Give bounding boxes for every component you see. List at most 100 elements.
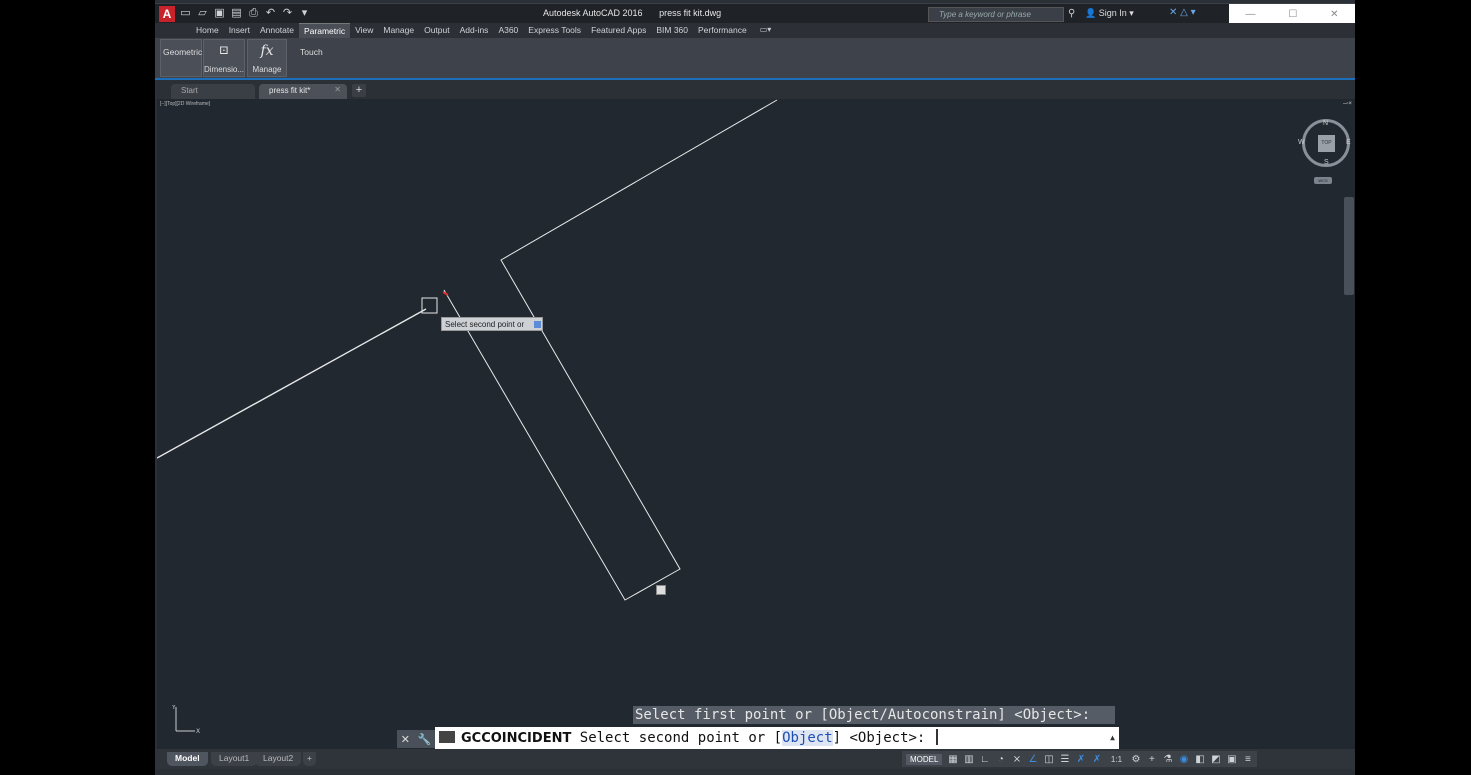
- lineweight-icon[interactable]: ☰: [1059, 754, 1070, 765]
- tab-featured-apps[interactable]: Featured Apps: [586, 23, 651, 38]
- customize-icon[interactable]: 🔧: [418, 733, 432, 746]
- tab-output[interactable]: Output: [419, 23, 455, 38]
- isolate-objects-icon[interactable]: ◧: [1194, 754, 1205, 765]
- tab-express-tools[interactable]: Express Tools: [523, 23, 586, 38]
- otrack-icon[interactable]: ◫: [1043, 754, 1054, 765]
- close-icon[interactable]: ✕: [1330, 9, 1338, 20]
- new-icon[interactable]: ▭: [179, 7, 192, 20]
- open-icon[interactable]: ▱: [196, 7, 209, 20]
- dimensional-button[interactable]: ⊡ Dimensio...: [203, 39, 245, 77]
- status-bar: Model Layout1 Layout2 + MODEL ▦ ▥ ∟ ◔ ⨯ …: [155, 749, 1355, 769]
- dimensional-label: Dimensio...: [204, 65, 245, 74]
- redo-icon[interactable]: ↷: [281, 7, 294, 20]
- viewcube-south[interactable]: S: [1324, 159, 1329, 166]
- binoculars-icon[interactable]: ⚲: [1068, 8, 1075, 19]
- touch-button[interactable]: Touch: [289, 39, 331, 77]
- command-line-buttons: ✕ 🔧: [397, 730, 435, 748]
- ortho-icon[interactable]: ∟: [979, 754, 990, 765]
- command-history-toggle-icon[interactable]: ▲: [1110, 727, 1115, 749]
- minimize-icon[interactable]: —: [1245, 9, 1255, 20]
- command-input-caret[interactable]: [935, 729, 938, 745]
- touch-label: Touch: [300, 47, 323, 57]
- exchange-icon[interactable]: ✕ △ ▾: [1169, 7, 1196, 18]
- annotation-visibility-icon[interactable]: ✗: [1075, 754, 1086, 765]
- long-line[interactable]: [157, 308, 427, 459]
- add-layout-button[interactable]: +: [303, 752, 316, 766]
- svg-text:X: X: [196, 728, 200, 735]
- maximize-icon[interactable]: ☐: [1288, 9, 1297, 20]
- tab-a360[interactable]: A360: [493, 23, 523, 38]
- ribbon-display-toggle-icon[interactable]: ▭▾: [752, 23, 780, 38]
- fx-icon: fx: [260, 43, 274, 59]
- search-input[interactable]: Type a keyword or phrase: [928, 7, 1064, 22]
- part-outline[interactable]: [443, 99, 778, 601]
- quick-properties-icon[interactable]: ◉: [1178, 754, 1189, 765]
- units-icon[interactable]: ⚗: [1162, 754, 1173, 765]
- tooltip-options-icon[interactable]: [534, 321, 541, 328]
- tab-press-fit-kit[interactable]: press fit kit* ✕: [259, 84, 347, 99]
- grip-marker[interactable]: [656, 585, 666, 595]
- workspace-gear-icon[interactable]: ⚙: [1130, 754, 1141, 765]
- constraint-point-marker: [442, 291, 449, 296]
- plot-icon[interactable]: ⎙: [247, 7, 260, 20]
- polar-icon[interactable]: ◔: [995, 754, 1006, 765]
- save-as-icon[interactable]: ▤: [230, 7, 243, 20]
- sign-in-label: Sign In: [1098, 8, 1127, 18]
- geometric-label: Geometric: [163, 47, 203, 57]
- viewcube-top-face[interactable]: TOP: [1318, 135, 1335, 152]
- command-name: GCCOINCIDENT: [461, 731, 572, 746]
- hardware-acceleration-icon[interactable]: ◩: [1210, 754, 1221, 765]
- viewcube-east[interactable]: E: [1346, 139, 1351, 146]
- snap-icon[interactable]: ▥: [963, 754, 974, 765]
- tab-home[interactable]: Home: [191, 23, 224, 38]
- navigation-bar[interactable]: [1344, 197, 1354, 295]
- wcs-menu[interactable]: WCS: [1314, 177, 1332, 184]
- viewcube-west[interactable]: W: [1298, 139, 1305, 146]
- viewcube[interactable]: TOP N S E W: [1298, 119, 1351, 167]
- tab-add-ins[interactable]: Add-ins: [455, 23, 494, 38]
- sign-in-button[interactable]: 👤 Sign In ▾: [1085, 8, 1134, 19]
- tab-layout1[interactable]: Layout1: [211, 752, 258, 766]
- autocad-window: A ▭ ▱ ▣ ▤ ⎙ ↶ ↷ ▾ Autodesk AutoCAD 2016 …: [155, 0, 1355, 775]
- command-line[interactable]: GCCOINCIDENT Select second point or [Obj…: [435, 727, 1119, 749]
- model-space-button[interactable]: MODEL: [906, 753, 943, 765]
- close-tab-icon[interactable]: ✕: [334, 85, 341, 94]
- command-prompt-icon[interactable]: [439, 731, 455, 743]
- drawing-geometry[interactable]: [157, 99, 1355, 749]
- dynamic-input-tooltip: Select second point or: [441, 317, 543, 331]
- tab-annotate[interactable]: Annotate: [255, 23, 299, 38]
- tab-bim-360[interactable]: BIM 360: [651, 23, 693, 38]
- document-title: press fit kit.dwg: [659, 8, 722, 18]
- annotation-monitor-icon[interactable]: +: [1146, 754, 1157, 765]
- isodraft-icon[interactable]: ∠: [1027, 754, 1038, 765]
- command-option-object[interactable]: Object: [782, 730, 833, 746]
- undo-icon[interactable]: ↶: [264, 7, 277, 20]
- customization-menu-icon[interactable]: ≡: [1242, 754, 1253, 765]
- app-title: Autodesk AutoCAD 2016: [543, 8, 643, 18]
- tab-performance[interactable]: Performance: [693, 23, 752, 38]
- tab-start[interactable]: Start: [171, 84, 255, 99]
- annotation-scale-label[interactable]: 1:1: [1107, 755, 1125, 764]
- osnap-icon[interactable]: ⨯: [1011, 754, 1022, 765]
- manage-label: Manage: [252, 65, 282, 74]
- tab-manage[interactable]: Manage: [378, 23, 419, 38]
- viewcube-north[interactable]: N: [1323, 120, 1328, 127]
- customize-qat-icon[interactable]: ▾: [298, 7, 311, 20]
- close-command-line-icon[interactable]: ✕: [401, 733, 410, 746]
- manage-button[interactable]: fx Manage: [247, 39, 287, 77]
- tab-parametric[interactable]: Parametric: [298, 23, 351, 38]
- quick-access-toolbar: ▭ ▱ ▣ ▤ ⎙ ↶ ↷ ▾: [179, 7, 311, 20]
- tab-view[interactable]: View: [350, 23, 378, 38]
- drawing-canvas[interactable]: [−][Top][2D Wireframe] –▫× Select second…: [157, 99, 1355, 749]
- tab-layout2[interactable]: Layout2: [255, 752, 302, 766]
- command-prompt-after: ] <Object>:: [832, 730, 926, 746]
- autoscale-icon[interactable]: ✗: [1091, 754, 1102, 765]
- geometric-panel-button[interactable]: Geometric: [160, 39, 202, 77]
- new-tab-button[interactable]: +: [352, 84, 366, 97]
- clean-screen-icon[interactable]: ▣: [1226, 754, 1237, 765]
- grid-icon[interactable]: ▦: [947, 754, 958, 765]
- tab-model[interactable]: Model: [167, 752, 208, 766]
- tab-insert[interactable]: Insert: [224, 23, 255, 38]
- save-icon[interactable]: ▣: [213, 7, 226, 20]
- application-menu-button[interactable]: A: [159, 6, 175, 22]
